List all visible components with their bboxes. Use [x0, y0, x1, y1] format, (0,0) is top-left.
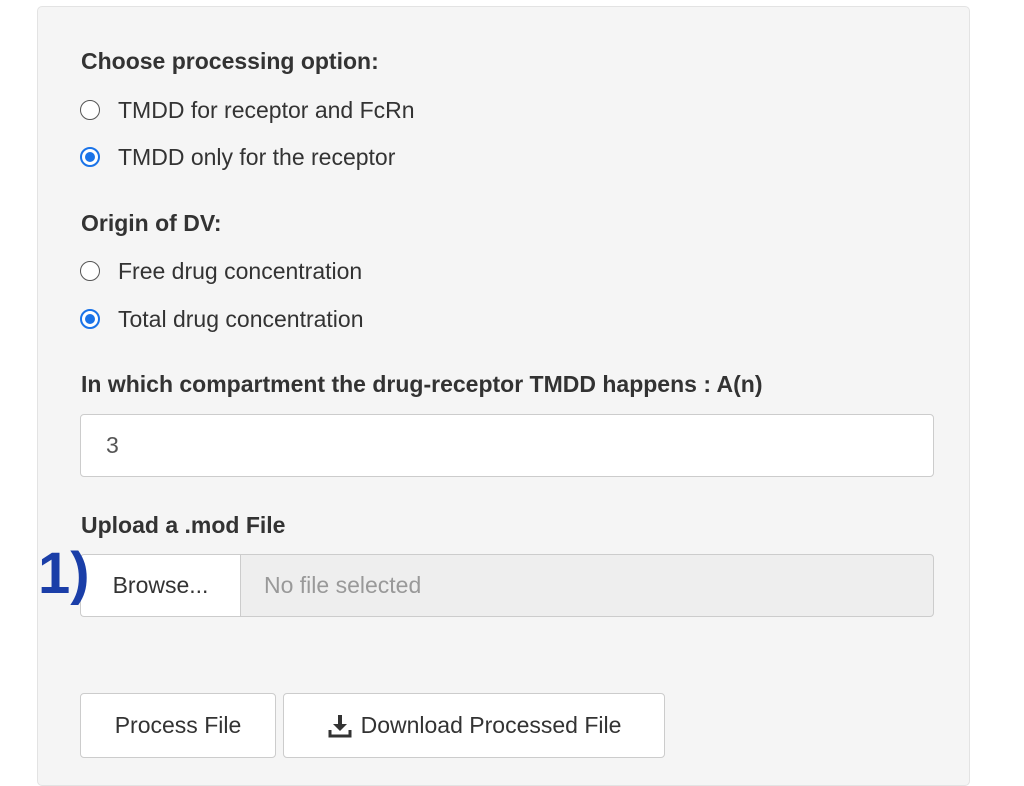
radio-option-free-drug[interactable]: Free drug concentration [80, 257, 362, 285]
compartment-input[interactable] [80, 414, 934, 477]
process-file-button[interactable]: Process File [80, 693, 276, 758]
file-upload-group: Browse... No file selected [80, 554, 934, 617]
radio-option-total-drug[interactable]: Total drug concentration [80, 305, 364, 333]
radio-label: Total drug concentration [118, 305, 364, 332]
radio-button-selected[interactable] [80, 147, 100, 167]
radio-option-tmdd-receptor-only[interactable]: TMDD only for the receptor [80, 143, 395, 171]
radio-button[interactable] [80, 100, 100, 120]
download-icon [328, 714, 352, 737]
radio-label: TMDD for receptor and FcRn [118, 96, 415, 123]
upload-label: Upload a .mod File [81, 512, 286, 538]
annotation-marker: 1) [38, 541, 90, 606]
compartment-label: In which compartment the drug-receptor T… [81, 371, 763, 397]
radio-label: TMDD only for the receptor [118, 143, 396, 170]
download-processed-file-label: Download Processed File [360, 712, 622, 738]
processing-option-label: Choose processing option: [81, 48, 379, 74]
radio-button-selected[interactable] [80, 309, 100, 329]
process-file-label: Process File [114, 712, 242, 738]
file-status-text: No file selected [240, 554, 934, 617]
radio-option-tmdd-receptor-fcrn[interactable]: TMDD for receptor and FcRn [80, 96, 415, 124]
origin-dv-label: Origin of DV: [81, 210, 222, 236]
radio-button[interactable] [80, 261, 100, 281]
download-processed-file-button[interactable]: Download Processed File [283, 693, 665, 758]
radio-label: Free drug concentration [118, 257, 363, 284]
browse-button[interactable]: Browse... [80, 554, 240, 617]
